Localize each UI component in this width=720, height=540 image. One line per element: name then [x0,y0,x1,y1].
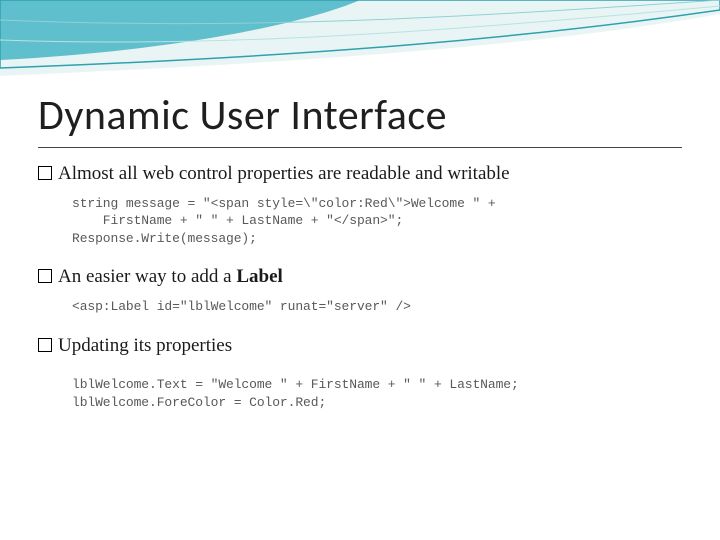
bullet-2-prefix: An easier way to add a [58,266,236,287]
bullet-icon [38,269,52,283]
slide-content: Dynamic User Interface Almost all web co… [0,0,720,411]
bullet-3-text: Updating its properties [58,334,232,359]
title-underline [38,147,682,148]
code-block-2: <asp:Label id="lblWelcome" runat="server… [72,298,682,316]
bullet-1: Almost all web control properties are re… [38,162,682,187]
bullet-2: An easier way to add a Label [38,265,682,290]
bullet-3: Updating its properties [38,334,682,359]
code-block-1: string message = "<span style=\"color:Re… [72,195,682,248]
code-block-3: lblWelcome.Text = "Welcome " + FirstName… [72,376,682,411]
bullet-icon [38,166,52,180]
bullet-1-text: Almost all web control properties are re… [58,162,510,187]
bullet-2-text: An easier way to add a Label [58,265,283,290]
bullet-2-bold: Label [236,266,282,287]
bullet-icon [38,338,52,352]
slide-title: Dynamic User Interface [38,90,682,141]
